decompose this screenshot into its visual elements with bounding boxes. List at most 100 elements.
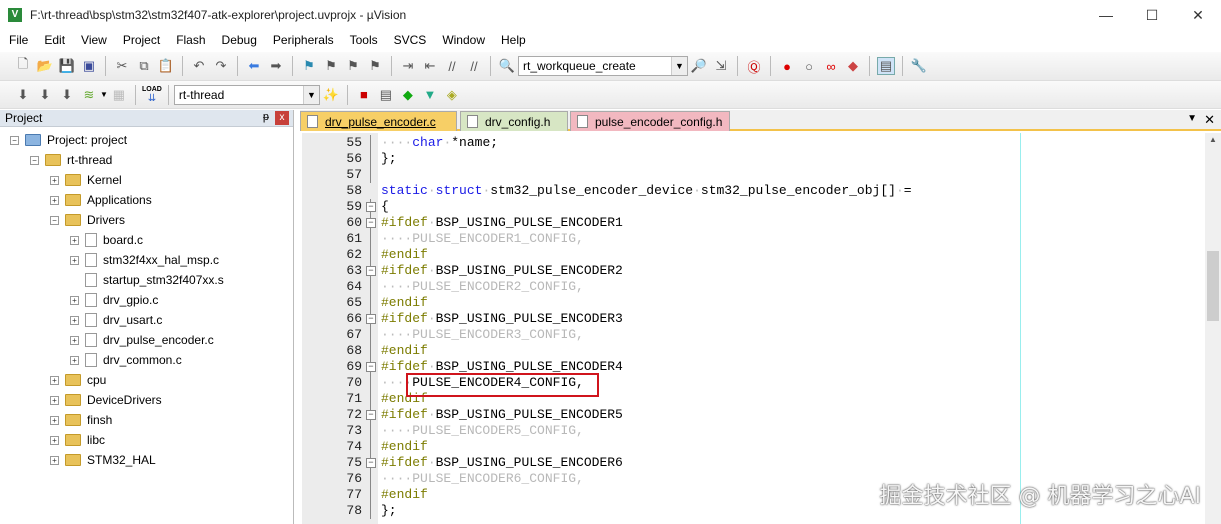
fold-toggle-icon[interactable]: − [366,410,376,420]
indent-icon[interactable]: ⇥ [399,57,417,75]
expand-icon[interactable]: + [50,175,59,185]
chevron-down-icon[interactable]: ▼ [671,57,687,75]
tree-item[interactable]: + drv_common.c [70,350,182,370]
build-icon[interactable]: ⬇ [36,86,54,104]
undo-icon[interactable]: ↶ [190,57,208,75]
collapse-icon[interactable]: − [30,155,39,165]
maximize-button[interactable]: ☐ [1129,0,1175,30]
uncomment-icon[interactable]: // [465,57,483,75]
menu-view[interactable]: View [72,33,114,47]
menu-flash[interactable]: Flash [167,33,212,47]
pin-icon[interactable]: ᵽ [263,111,269,123]
close-button[interactable]: ✕ [1175,0,1221,30]
minimize-button[interactable]: — [1083,0,1129,30]
copy-icon[interactable]: ⧉ [135,57,153,75]
menu-window[interactable]: Window [433,33,492,47]
fold-toggle-icon[interactable]: − [366,266,376,276]
scroll-up-icon[interactable]: ▲ [1205,135,1221,144]
expand-icon[interactable]: + [50,435,59,445]
paste-icon[interactable]: 📋 [157,57,175,75]
pack-installer-icon[interactable]: ▼ [421,86,439,104]
tree-item[interactable]: + Kernel [50,170,122,190]
clear-bookmarks-icon[interactable]: ⚑ [366,57,384,75]
tree-item[interactable]: − Drivers [50,210,125,230]
collapse-icon[interactable]: − [50,215,59,225]
tree-item[interactable]: + finsh [50,410,112,430]
open-file-icon[interactable]: 📂 [36,57,54,75]
debug-session-icon[interactable]: Ⓠ [745,57,763,75]
disable-breakpoint-icon[interactable]: ○ [800,57,818,75]
find-combo[interactable]: rt_workqueue_create ▼ [518,56,688,76]
batch-build-icon[interactable]: ≋ [80,86,98,104]
menu-debug[interactable]: Debug [213,33,264,47]
breakpoint-icon[interactable]: ● [778,57,796,75]
manage-components-icon[interactable]: ■ [355,86,373,104]
next-bookmark-icon[interactable]: ⚑ [344,57,362,75]
fold-toggle-icon[interactable]: − [366,314,376,324]
bookmark-icon[interactable]: ⚑ [300,57,318,75]
prev-bookmark-icon[interactable]: ⚑ [322,57,340,75]
expand-icon[interactable]: + [70,315,79,325]
comment-icon[interactable]: // [443,57,461,75]
expand-icon[interactable]: + [50,375,59,385]
fold-toggle-icon[interactable]: − [366,202,376,212]
close-tab-icon[interactable]: ✕ [1204,112,1215,128]
expand-icon[interactable]: + [70,255,79,265]
tab-drv_pulse_encoder-c[interactable]: drv_pulse_encoder.c [300,111,457,131]
menu-edit[interactable]: Edit [35,33,72,47]
nav-forward-icon[interactable]: ➡ [267,57,285,75]
save-all-icon[interactable]: ▣ [80,57,98,75]
tree-item[interactable]: + board.c [70,230,143,250]
tree-item[interactable]: + cpu [50,370,106,390]
expand-icon[interactable]: + [70,235,79,245]
expand-icon[interactable]: + [70,295,79,305]
fold-toggle-icon[interactable]: − [366,362,376,372]
tree-item[interactable]: − Project: project [10,130,127,150]
target-options-icon[interactable]: ✨ [322,86,340,104]
fold-toggle-icon[interactable]: − [366,458,376,468]
target-combo[interactable]: rt-thread ▼ [173,84,320,105]
tree-item[interactable]: + DeviceDrivers [50,390,162,410]
vertical-scrollbar[interactable]: ▲ [1205,133,1221,524]
incremental-find-icon[interactable]: ⇲ [712,57,730,75]
expand-icon[interactable]: + [70,355,79,365]
new-file-icon[interactable]: 🗋 [14,56,32,75]
find-in-files-icon[interactable]: 🔍 [498,57,516,75]
close-panel-icon[interactable]: x [275,111,289,125]
tree-item[interactable]: − rt-thread [30,150,112,170]
tab-drv_config-h[interactable]: drv_config.h [460,111,568,131]
menu-peripherals[interactable]: Peripherals [264,33,341,47]
menu-project[interactable]: Project [114,33,167,47]
save-icon[interactable]: 💾 [58,57,76,75]
tab-pulse_encoder_config-h[interactable]: pulse_encoder_config.h [570,111,730,131]
expand-icon[interactable]: + [50,415,59,425]
redo-icon[interactable]: ↷ [212,57,230,75]
tree-item[interactable]: + Applications [50,190,152,210]
manage-rte-icon[interactable]: ▤ [377,86,395,104]
select-packs-icon[interactable]: ◆ [399,86,417,104]
tab-list-icon[interactable]: ▼ [1187,113,1197,124]
scrollbar-thumb[interactable] [1207,251,1219,321]
stop-build-icon[interactable]: ▦ [110,86,128,104]
tree-item[interactable]: + STM32_HAL [50,450,156,470]
tree-item[interactable]: startup_stm32f407xx.s [70,270,224,290]
menu-help[interactable]: Help [492,33,533,47]
window-layout-icon[interactable]: ▤ [877,57,895,75]
code-editor[interactable]: 55 ····char·*name; 56}; 57 58 static·struct·s… [302,133,1205,524]
expand-icon[interactable]: + [50,455,59,465]
tree-item[interactable]: + drv_pulse_encoder.c [70,330,214,350]
menu-file[interactable]: File [0,33,35,47]
fold-toggle-icon[interactable]: − [366,218,376,228]
tree-item[interactable]: + drv_usart.c [70,310,162,330]
find-icon[interactable]: 🔎 [690,57,708,75]
translate-icon[interactable]: ⬇ [14,86,32,104]
unindent-icon[interactable]: ⇤ [421,57,439,75]
menu-svcs[interactable]: SVCS [385,33,434,47]
collapse-icon[interactable]: − [10,135,19,145]
load-icon[interactable]: LOAD ⇊ [142,86,162,104]
tree-item[interactable]: + stm32f4xx_hal_msp.c [70,250,219,270]
chevron-down-icon[interactable]: ▼ [302,85,319,104]
expand-icon[interactable]: + [50,395,59,405]
tree-item[interactable]: + libc [50,430,105,450]
disable-all-breakpoints-icon[interactable]: ∞ [822,57,840,75]
